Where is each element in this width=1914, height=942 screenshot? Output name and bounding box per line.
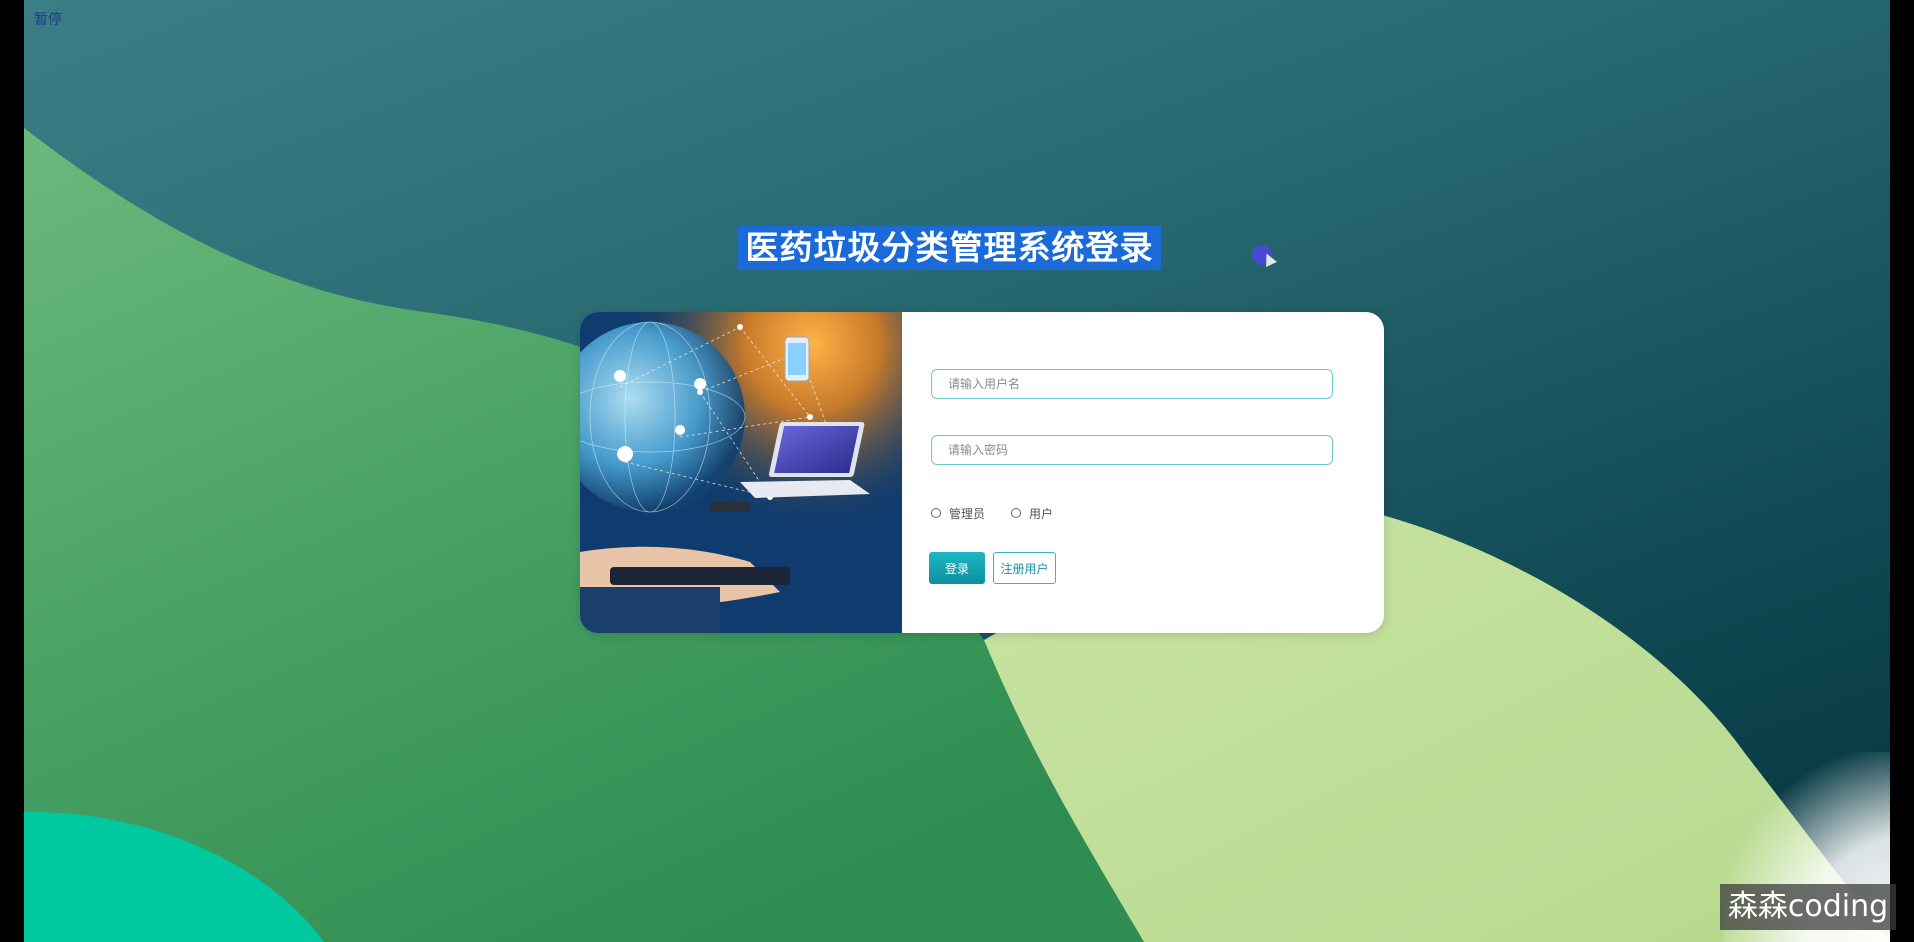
role-option-user[interactable]: 用户 xyxy=(1011,505,1053,522)
login-card: 管理员 用户 登录 注册用户 xyxy=(580,312,1384,633)
watermark: 森森coding xyxy=(1720,884,1896,930)
pause-label[interactable]: 暂停 xyxy=(34,9,62,29)
radio-circle-icon[interactable] xyxy=(1011,508,1022,518)
radio-circle-icon[interactable] xyxy=(931,508,941,518)
role-radio-group: 管理员 用户 xyxy=(931,503,1079,523)
role-label-user: 用户 xyxy=(1029,506,1054,521)
page-title: 医药垃圾分类管理系统登录 xyxy=(738,226,1161,270)
username-input[interactable] xyxy=(931,369,1333,399)
role-label-admin: 管理员 xyxy=(949,506,986,521)
login-button[interactable]: 登录 xyxy=(929,552,985,584)
video-frame: 暂停 医药垃圾分类管理系统登录 请输入用户名 管理员 用户 登录 注册用户 xyxy=(24,0,1890,942)
role-option-admin[interactable]: 管理员 xyxy=(931,505,985,522)
register-button[interactable]: 注册用户 xyxy=(993,552,1056,584)
login-form: 管理员 用户 登录 注册用户 xyxy=(902,312,1384,633)
mouse-cursor-icon xyxy=(1252,245,1272,265)
tech-illustration xyxy=(580,312,902,633)
password-input[interactable] xyxy=(931,435,1333,465)
